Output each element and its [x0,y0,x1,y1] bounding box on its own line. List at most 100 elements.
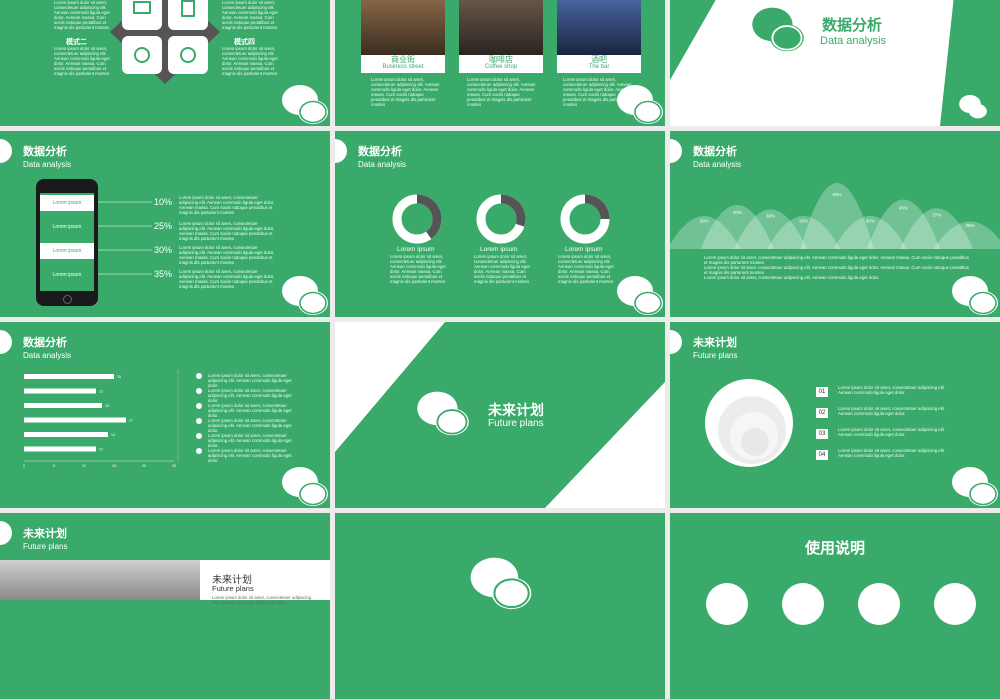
slide-places[interactable]: 商业街 Business street 咖啡店 Coffee shop 酒吧 T… [335,0,665,126]
donut-text: Lorem ipsum dolor sit amet, consectetuer… [390,254,450,285]
bar-value: 13 [105,404,109,408]
slide-future-city[interactable]: 未来计划Future plans 未来计划 Future plans Lorem… [0,513,330,699]
wechat-icon [950,462,1000,508]
slide-section-future[interactable]: 未来计划 Future plans [335,322,665,508]
slide-analysis-bars[interactable]: 数据分析Data analysis 1512131714120510152025… [0,322,330,508]
tick-label: 10 [82,464,86,468]
plan-text: Lorem ipsum dolor sit amet, consectetuer… [838,427,950,437]
wave-text-3: Lorem ipsum dolor sit amet, consectetuer… [704,275,972,280]
section-title: 未来计划 [488,400,544,420]
card-coffee[interactable]: 咖啡店 Coffee shop [459,55,543,73]
phone-button-3[interactable]: Lorem ipsum [40,243,94,259]
wave-label: 36% [766,213,775,218]
bar-note: Lorem ipsum dolor sit amet, consectetuer… [208,448,294,463]
slide-subtitle: Future plans [693,351,737,360]
coffee-shop-photo [459,0,543,55]
bar [24,403,102,408]
card-title: 咖啡店 [459,55,543,64]
mode-text-2: Lorem ipsum dolor sit amet, consectetuer… [54,46,110,77]
wave-label: 25% [965,223,974,228]
slide-analysis-donuts[interactable]: 数据分析Data analysis 60%70%75% Lorem ipsum … [335,131,665,317]
slide-modes[interactable]: Lorem ipsum dolor sit amet, consectetuer… [0,0,330,126]
phone-button-2[interactable]: Lorem ipsum [40,219,94,235]
slide-title: 未来计划 [693,334,737,350]
usage-icon-circle [706,583,748,625]
percent-label: 10% [154,197,172,207]
donut-percent: 60% [409,215,425,224]
corner-dot [670,330,682,354]
slide-future-list[interactable]: 未来计划Future plans 01 02 03 04 Lorem ipsum… [670,322,1000,508]
bar-value: 12 [99,390,103,394]
donut-percent: 70% [493,215,509,224]
pointer-lines [98,191,156,281]
corner-dot [0,521,12,545]
donut: 75% [565,199,605,239]
donut-text: Lorem ipsum dolor sit amet, consectetuer… [474,254,534,285]
card-text: Lorem ipsum dolor sit amet, consectetuer… [371,77,441,108]
mode-text-3: Lorem ipsum dolor sit amet, consectetuer… [222,0,278,31]
city-photo [0,560,200,600]
wechat-large-icon [463,551,539,617]
number-badge: 03 [816,429,828,439]
percent-text: Lorem ipsum dolor sit amet, consectetuer… [179,269,277,289]
wechat-icon [415,386,471,442]
donut-text: Lorem ipsum dolor sit amet, consectetuer… [558,254,618,285]
phone-button-4[interactable]: Lorem ipsum [40,267,94,283]
card-business[interactable]: 商业街 Business street [361,55,445,73]
bar-value: 14 [111,433,115,437]
donut-label: Lorem ipsum [480,246,518,253]
wave-label: 30% [799,219,808,224]
number-badge: 02 [816,408,828,418]
donut-percent: 75% [577,215,593,224]
wechat-icon [950,271,1000,317]
card-bar[interactable]: 酒吧 The bar [557,55,641,73]
wave-label: 40% [733,210,742,215]
card-subtitle: Business street [361,64,445,71]
bar-value: 17 [129,419,133,423]
bar [24,432,108,437]
bar-note: Lorem ipsum dolor sit amet, consectetuer… [208,373,294,388]
slide-analysis-phone[interactable]: 数据分析Data analysis Lorem ipsum Lorem ipsu… [0,131,330,317]
phone-button-1[interactable]: Lorem ipsum [40,195,94,211]
slide-usage[interactable]: 使用说明 [670,513,1000,699]
phone-mockup: Lorem ipsum Lorem ipsum Lorem ipsum Lore… [36,179,98,306]
plan-text: Lorem ipsum dolor sit amet, consectetuer… [838,448,950,458]
usage-icon-circle [858,583,900,625]
slide-analysis-waves[interactable]: 数据分析Data analysis 30%40%36%30%60%30%45%3… [670,131,1000,317]
card-subtitle: Coffee shop [459,64,543,71]
mode-text-1: Lorem ipsum dolor sit amet, consectetuer… [54,0,110,31]
wechat-icon [280,462,330,508]
percent-text: Lorem ipsum dolor sit amet, consectetuer… [179,245,277,265]
bar-photo [557,0,641,55]
percent-text: Lorem ipsum dolor sit amet, consectetuer… [179,221,277,241]
tick-label: 20 [142,464,146,468]
number-badge: 04 [816,450,828,460]
wave-label: 45% [899,205,908,210]
tick-label: 15 [112,464,116,468]
number-badge: 01 [816,387,828,397]
section-title: 数据分析 [822,14,882,35]
caption-text: Lorem ipsum dolor sit amet, consectetuer… [212,595,312,605]
wechat-small-icon [956,92,990,122]
slide-subtitle: Future plans [23,542,67,551]
wechat-icon [615,271,665,317]
slide-section-analysis[interactable]: 数据分析 Data analysis [670,0,1000,126]
bar-value: 15 [117,375,121,379]
corner-dot [0,139,12,163]
tick-label: 25 [172,464,176,468]
bar [24,374,114,379]
donut-label: Lorem ipsum [565,246,603,253]
plan-text: Lorem ipsum dolor sit amet, consectetuer… [838,406,950,416]
card-subtitle: The bar [557,64,641,71]
concentric-circles [704,378,794,468]
bar-note: Lorem ipsum dolor sit amet, consectetuer… [208,418,294,433]
wechat-icon [750,2,806,58]
wechat-icon [280,271,330,317]
bar-value: 12 [99,448,103,452]
wave-label: 37% [932,212,941,217]
slide-wechat-cover[interactable] [335,513,665,699]
wave-label: 30% [866,219,875,224]
slide-subtitle: Data analysis [23,160,71,169]
caption-subtitle: Future plans [212,584,254,593]
city-caption-panel: 未来计划 Future plans Lorem ipsum dolor sit … [200,560,330,600]
